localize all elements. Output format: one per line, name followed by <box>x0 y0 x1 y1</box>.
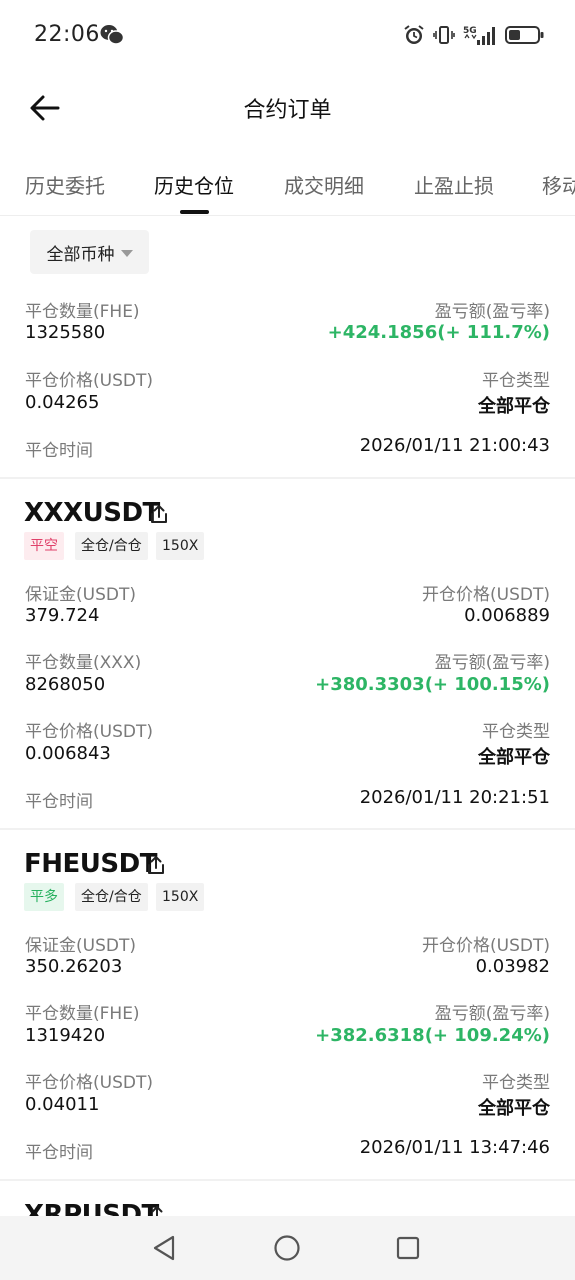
svg-text:5G: 5G <box>463 26 477 36</box>
close-type-label: 平仓类型 <box>482 371 550 391</box>
symbol-title[interactable]: FHEUSDT <box>24 849 157 879</box>
close-qty-value: 1319420 <box>25 1025 106 1046</box>
close-time-label: 平仓时间 <box>25 1143 93 1163</box>
close-qty-label: 平仓数量(FHE) <box>25 302 140 322</box>
record-divider <box>0 828 575 830</box>
close-time-label: 平仓时间 <box>25 792 93 812</box>
close-time-label: 平仓时间 <box>25 441 93 461</box>
margin-label: 保证金(USDT) <box>25 585 136 605</box>
caret-down-icon <box>120 249 133 257</box>
close-type-label: 平仓类型 <box>482 1073 550 1093</box>
close-price-label: 平仓价格(USDT) <box>25 722 153 742</box>
close-qty-label: 平仓数量(FHE) <box>25 1004 140 1024</box>
close-qty-label: 平仓数量(XXX) <box>25 653 142 673</box>
tab-trailing[interactable]: 移动 <box>542 170 575 199</box>
margin-value: 350.26203 <box>25 956 123 977</box>
pnl-value: +424.1856(+ 111.7%) <box>327 322 550 343</box>
margin-mode-badge: 全仓/合仓 <box>75 883 148 911</box>
triangle-back-icon[interactable] <box>150 1234 178 1262</box>
pnl-value: +382.6318(+ 109.24%) <box>315 1025 550 1046</box>
status-icons: 5G <box>403 22 545 48</box>
circle-home-icon[interactable] <box>273 1234 301 1262</box>
tab-position-history[interactable]: 历史仓位 <box>154 170 234 199</box>
tab-tp-sl[interactable]: 止盈止损 <box>414 170 494 199</box>
status-time: 22:06 <box>34 22 100 47</box>
record-divider <box>0 1179 575 1181</box>
close-price-label: 平仓价格(USDT) <box>25 1073 153 1093</box>
pnl-label: 盈亏额(盈亏率) <box>434 653 550 673</box>
open-price-value: 0.006889 <box>464 605 550 626</box>
tab-order-history[interactable]: 历史委托 <box>25 170 105 199</box>
side-badge: 平空 <box>24 532 64 560</box>
close-price-value: 0.04265 <box>25 392 100 413</box>
close-type-value: 全部平仓 <box>478 396 550 417</box>
alarm-icon <box>404 25 424 44</box>
close-time-value: 2026/01/11 13:47:46 <box>359 1137 550 1158</box>
leverage-badge: 150X <box>156 883 205 911</box>
pnl-value: +380.3303(+ 100.15%) <box>315 674 550 695</box>
active-tab-indicator <box>180 210 209 214</box>
close-qty-value: 1325580 <box>25 322 106 343</box>
close-time-value: 2026/01/11 20:21:51 <box>359 787 550 808</box>
share-icon[interactable] <box>148 503 170 525</box>
signal-5g-icon: 5G <box>463 26 495 45</box>
vibrate-icon <box>433 26 455 44</box>
wechat-icon <box>100 25 124 45</box>
system-nav-bar <box>0 1216 575 1280</box>
open-price-label: 开仓价格(USDT) <box>422 936 550 956</box>
margin-label: 保证金(USDT) <box>25 936 136 956</box>
close-qty-value: 8268050 <box>25 674 106 695</box>
margin-mode-badge: 全仓/合仓 <box>75 532 148 560</box>
pnl-label: 盈亏额(盈亏率) <box>434 1004 550 1024</box>
close-type-label: 平仓类型 <box>482 722 550 742</box>
margin-value: 379.724 <box>25 605 100 626</box>
close-price-value: 0.04011 <box>25 1094 100 1115</box>
record-divider <box>0 477 575 479</box>
close-time-value: 2026/01/11 21:00:43 <box>359 435 550 456</box>
square-recent-icon[interactable] <box>395 1234 421 1262</box>
tab-trade-details[interactable]: 成交明细 <box>284 170 364 199</box>
page-title: 合约订单 <box>243 98 332 123</box>
coin-filter-label: 全部币种 <box>46 244 115 265</box>
status-bar: 22:06 5G <box>0 0 575 70</box>
open-price-value: 0.03982 <box>475 956 550 977</box>
side-badge: 平多 <box>24 883 64 911</box>
app-header: 合约订单 <box>0 70 575 146</box>
share-icon[interactable] <box>145 854 167 876</box>
open-price-label: 开仓价格(USDT) <box>422 585 550 605</box>
leverage-badge: 150X <box>156 532 205 560</box>
coin-filter-dropdown[interactable]: 全部币种 <box>30 230 149 274</box>
symbol-title[interactable]: XXXUSDT <box>24 498 160 528</box>
tab-bar: 历史委托 历史仓位 成交明细 止盈止损 移动 <box>0 146 575 216</box>
close-price-label: 平仓价格(USDT) <box>25 371 153 391</box>
close-price-value: 0.006843 <box>25 743 111 764</box>
close-type-value: 全部平仓 <box>478 747 550 768</box>
pnl-label: 盈亏额(盈亏率) <box>434 302 550 322</box>
close-type-value: 全部平仓 <box>478 1098 550 1119</box>
battery-icon <box>505 26 544 44</box>
